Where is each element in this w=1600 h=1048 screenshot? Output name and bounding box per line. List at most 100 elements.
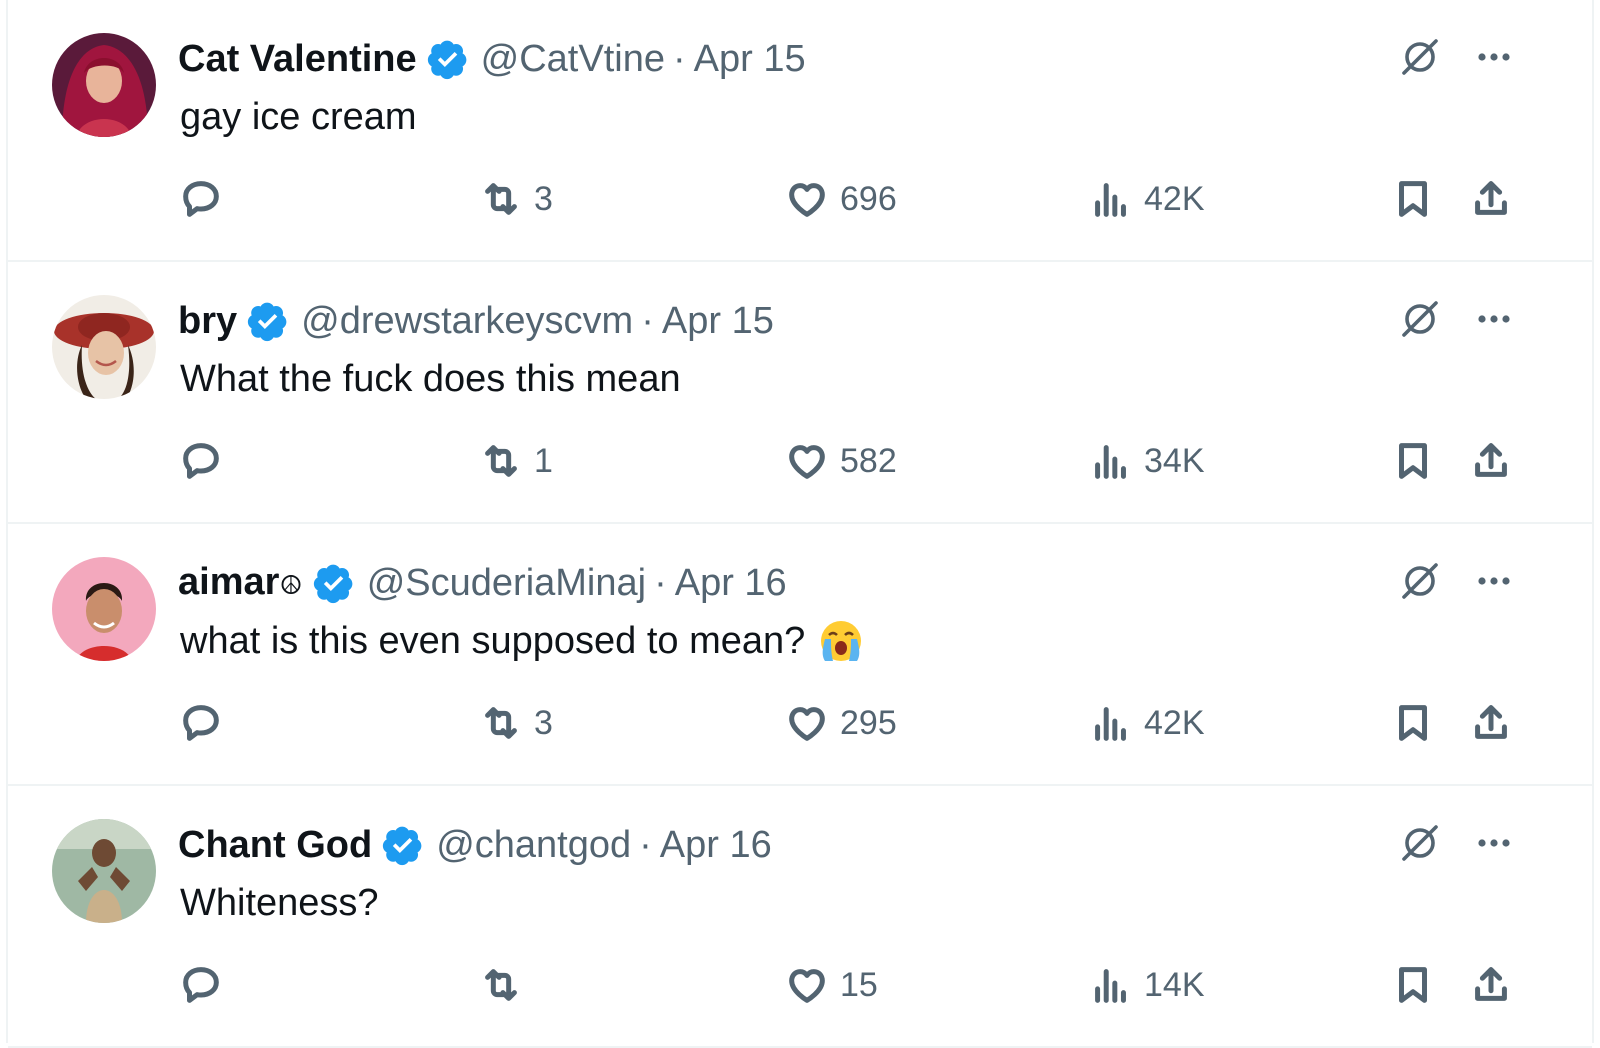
avatar[interactable] xyxy=(52,819,156,923)
like-button[interactable]: 582 xyxy=(784,434,897,488)
views-icon xyxy=(1095,707,1126,741)
like-count: 582 xyxy=(840,441,897,480)
views-count: 34K xyxy=(1144,441,1205,480)
heart-icon xyxy=(789,183,825,217)
tweet[interactable]: bry @drewstarkeyscvm · Apr 15 What the f… xyxy=(8,262,1592,524)
retweet-count: 3 xyxy=(534,703,553,742)
user-handle[interactable]: @ScuderiaMinaj xyxy=(367,558,646,608)
action-bar: 3 295 42K xyxy=(8,696,1592,750)
retweet-button[interactable]: 3 xyxy=(478,172,553,226)
user-handle[interactable]: @chantgod xyxy=(436,820,631,870)
like-count: 295 xyxy=(840,703,897,742)
bookmark-button[interactable] xyxy=(1390,696,1436,750)
share-icon xyxy=(1475,181,1507,215)
retweet-button[interactable]: 1 xyxy=(478,434,553,488)
tweet-date[interactable]: Apr 15 xyxy=(694,34,806,84)
share-icon xyxy=(1475,443,1507,477)
like-count: 696 xyxy=(840,179,897,218)
display-name[interactable]: Chant God xyxy=(178,820,372,870)
verified-badge-icon xyxy=(382,824,424,866)
bookmark-icon xyxy=(1399,705,1427,741)
reply-icon xyxy=(183,705,219,741)
grok-icon[interactable] xyxy=(1396,819,1444,867)
tweet-feed: Cat Valentine @CatVtine · Apr 15 gay ice… xyxy=(6,0,1594,1048)
grok-icon[interactable] xyxy=(1396,557,1444,605)
separator: · xyxy=(639,824,652,866)
action-bar: 1 582 34K xyxy=(8,434,1592,488)
reply-icon xyxy=(183,443,219,479)
share-button[interactable] xyxy=(1468,172,1514,226)
more-icon[interactable] xyxy=(1470,33,1518,81)
loudly-crying-face-emoji xyxy=(817,617,865,665)
tweet-text: Whiteness? xyxy=(180,882,379,924)
display-name[interactable]: aimar☮ xyxy=(178,557,303,610)
like-count: 15 xyxy=(840,965,878,1004)
like-button[interactable]: 295 xyxy=(784,696,897,750)
views-count: 14K xyxy=(1144,965,1205,1004)
retweet-count: 1 xyxy=(534,441,553,480)
user-handle[interactable]: @drewstarkeyscvm xyxy=(301,296,633,346)
views-button[interactable]: 14K xyxy=(1088,958,1205,1012)
action-bar: 15 14K xyxy=(8,958,1592,1012)
share-button[interactable] xyxy=(1468,434,1514,488)
avatar[interactable] xyxy=(52,33,156,137)
display-name[interactable]: Cat Valentine xyxy=(178,34,417,84)
tweet[interactable]: Cat Valentine @CatVtine · Apr 15 gay ice… xyxy=(8,0,1592,262)
separator: · xyxy=(641,300,654,342)
views-icon xyxy=(1095,969,1126,1003)
reply-button[interactable] xyxy=(178,696,224,750)
more-icon[interactable] xyxy=(1470,295,1518,343)
views-button[interactable]: 42K xyxy=(1088,696,1205,750)
retweet-icon xyxy=(485,445,517,477)
tweet[interactable]: Chant God @chantgod · Apr 16 Whiteness? xyxy=(8,786,1592,1048)
share-button[interactable] xyxy=(1468,958,1514,1012)
retweet-button[interactable]: 3 xyxy=(478,696,553,750)
tweet[interactable]: aimar☮ @ScuderiaMinaj · Apr 16 what is t… xyxy=(8,524,1592,786)
share-icon xyxy=(1475,705,1507,739)
reply-button[interactable] xyxy=(178,958,224,1012)
retweet-icon xyxy=(485,183,517,215)
tweet-date[interactable]: Apr 15 xyxy=(662,296,774,346)
more-icon[interactable] xyxy=(1470,819,1518,867)
views-icon xyxy=(1095,445,1126,479)
views-button[interactable]: 42K xyxy=(1088,172,1205,226)
reply-icon xyxy=(183,181,219,217)
like-button[interactable]: 15 xyxy=(784,958,878,1012)
heart-icon xyxy=(789,445,825,479)
bookmark-icon xyxy=(1399,181,1427,217)
retweet-icon xyxy=(485,969,517,1001)
separator: · xyxy=(672,38,686,80)
tweet-text: what is this even supposed to mean? xyxy=(180,616,865,666)
avatar[interactable] xyxy=(52,295,156,399)
verified-badge-icon xyxy=(313,562,355,604)
tweet-date[interactable]: Apr 16 xyxy=(675,558,787,608)
reply-button[interactable] xyxy=(178,172,224,226)
share-icon xyxy=(1475,967,1507,1001)
tweet-date[interactable]: Apr 16 xyxy=(660,820,772,870)
views-icon xyxy=(1095,183,1126,217)
heart-icon xyxy=(789,707,825,741)
views-button[interactable]: 34K xyxy=(1088,434,1205,488)
avatar[interactable] xyxy=(52,557,156,661)
like-button[interactable]: 696 xyxy=(784,172,897,226)
views-count: 42K xyxy=(1144,179,1205,218)
bookmark-button[interactable] xyxy=(1390,434,1436,488)
separator: · xyxy=(654,562,667,604)
reply-button[interactable] xyxy=(178,434,224,488)
grok-icon[interactable] xyxy=(1396,295,1444,343)
tweet-text: What the fuck does this mean xyxy=(180,358,681,400)
display-name[interactable]: bry xyxy=(178,296,237,346)
action-bar: 3 696 42K xyxy=(8,172,1592,226)
bookmark-icon xyxy=(1399,967,1427,1003)
retweet-button[interactable] xyxy=(478,958,534,1012)
share-button[interactable] xyxy=(1468,696,1514,750)
more-icon[interactable] xyxy=(1470,557,1518,605)
grok-icon[interactable] xyxy=(1396,33,1444,81)
user-handle[interactable]: @CatVtine xyxy=(481,34,665,84)
tweet-text: gay ice cream xyxy=(180,96,417,138)
bookmark-button[interactable] xyxy=(1390,958,1436,1012)
retweet-count: 3 xyxy=(534,179,553,218)
verified-badge-icon xyxy=(427,38,469,80)
bookmark-icon xyxy=(1399,443,1427,479)
bookmark-button[interactable] xyxy=(1390,172,1436,226)
